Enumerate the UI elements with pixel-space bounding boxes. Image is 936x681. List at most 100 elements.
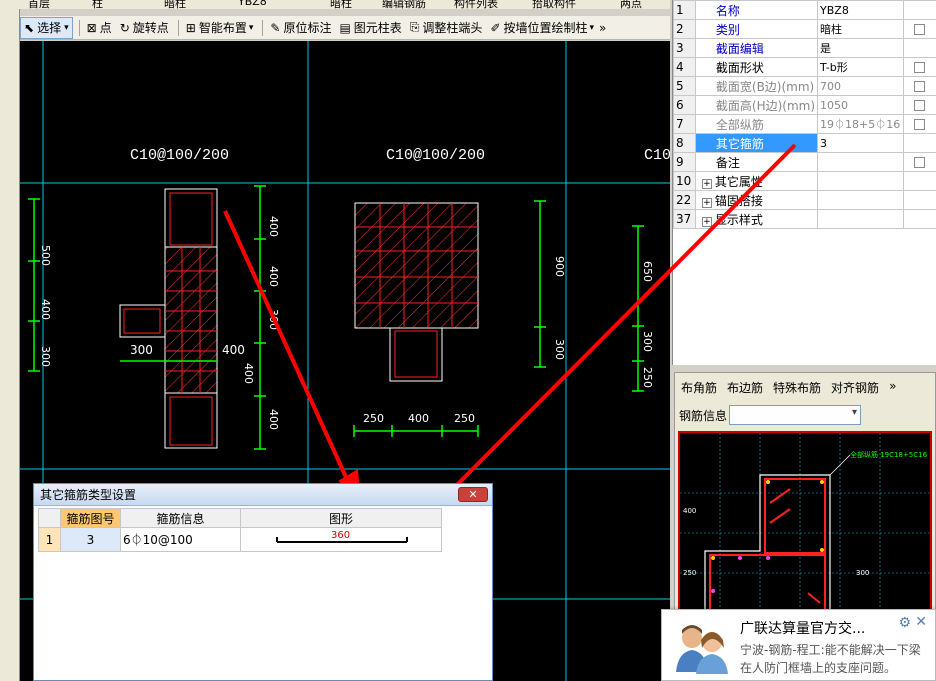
adjust-icon: ⎘ [409,20,420,34]
component-selector[interactable]: YBZ8 [238,0,267,8]
property-check-cell [902,171,936,191]
expand-icon[interactable]: + [701,216,712,227]
property-label: 截面宽(B边)(mm) [715,79,815,94]
property-check-cell [902,76,936,96]
dim-r5: 400 [267,409,280,430]
property-row[interactable]: 22 + 锚固搭接 [673,190,936,210]
stirrup-label-2: C10@100/200 [386,147,485,164]
tab-special-rebar[interactable]: 特殊布筋 [771,377,823,399]
draw-by-wall-button[interactable]: ✐ 按墙位置绘制柱 ▾ [487,17,597,39]
property-row[interactable]: 37 + 显示样式 [673,209,936,229]
property-name: 名称 [694,0,819,20]
property-row[interactable]: 9 备注 [673,152,936,172]
chevron-down-icon[interactable]: ▾ [590,23,595,33]
property-value[interactable]: 700 [817,76,904,96]
floor-selector[interactable]: 首层 [28,0,50,9]
pencil-icon: ✎ [270,20,281,35]
header-shape[interactable]: 图形 [240,508,442,528]
point-button[interactable]: ⊠ 点 [84,17,115,39]
tab-align-rebar[interactable]: 对齐钢筋 [829,377,881,399]
dim-250-a: 250 [363,412,384,425]
checkbox[interactable] [914,81,926,92]
toolbar-overflow-icon[interactable]: » [599,21,606,35]
smart-layout-button[interactable]: ⊞ 智能布置 ▾ [183,17,257,39]
property-label: 全部纵筋 [715,117,764,132]
select-button[interactable]: ⬉ 选择 ▾ [20,16,73,39]
column-section-2[interactable] [353,200,546,437]
property-index: 3 [673,38,696,58]
gear-icon[interactable]: ⚙ [898,615,911,631]
adjust-column-end-button[interactable]: ⎘ 调整柱端头 [407,17,486,39]
pick-component-button[interactable]: 拾取构件 [532,0,576,9]
checkbox[interactable] [914,119,926,130]
cursor-icon: ⬉ [24,20,35,35]
property-index: 37 [673,209,696,229]
property-value[interactable]: 暗柱 [817,19,904,39]
dim-300-c: 300 [641,331,654,352]
notification-toast[interactable]: 广联达算量官方交... ⚙ ✕ 宁波-钢筋-程工:能不能解决一下梁在人防门框墙上… [661,609,936,681]
property-name: 截面宽(B边)(mm) [694,76,819,96]
close-icon[interactable]: ✕ [915,614,927,630]
expand-icon[interactable]: + [701,197,712,208]
property-value[interactable]: 19⏀18+5⏀16 [817,114,904,134]
tab-edge-rebar[interactable]: 布边筋 [725,377,765,399]
header-info[interactable]: 箍筋信息 [120,508,241,528]
property-value[interactable]: T-b形 [817,57,904,77]
original-label-button[interactable]: ✎ 原位标注 [267,17,334,39]
property-row[interactable]: 7 全部纵筋 19⏀18+5⏀16 [673,114,936,134]
expand-icon[interactable]: + [701,178,712,189]
property-row[interactable]: 4 截面形状 T-b形 [673,57,936,77]
type-selector[interactable]: 柱 [92,0,103,9]
edit-rebar-button[interactable]: 编辑钢筋 [382,0,426,9]
property-row[interactable]: 5 截面宽(B边)(mm) 700 [673,76,936,96]
preview-note: 全部纵筋 19C18+5C16 [850,450,928,459]
column-button[interactable]: 暗柱 [330,0,352,9]
dialog-close-button[interactable]: ✕ [458,487,488,502]
property-check-cell [902,152,936,172]
property-row[interactable]: 3 截面编辑 是 [673,38,936,58]
rebar-info-label: 钢筋信息 [679,408,728,423]
property-value[interactable]: 3 [817,133,904,153]
table-row[interactable]: 1 3 6⏀10@100 360 [38,527,442,552]
two-point-button[interactable]: 两点 [620,0,642,9]
row-shape[interactable]: 360 [240,527,442,552]
dim-left-300: 300 [39,346,52,367]
property-value[interactable] [817,209,904,229]
property-index: 8 [673,133,696,153]
property-value[interactable]: 是 [817,38,904,58]
property-label: 其它属性 [714,174,763,189]
checkbox[interactable] [914,100,926,111]
chevron-down-icon[interactable]: ▾ [64,23,69,33]
property-row[interactable]: 2 类别 暗柱 [673,19,936,39]
chevron-down-icon[interactable]: ▾ [249,23,254,33]
property-index: 4 [673,57,696,77]
tabs-overflow-icon[interactable]: » [887,377,898,399]
property-index: 5 [673,76,696,96]
checkbox[interactable] [914,62,926,73]
row-info[interactable]: 6⏀10@100 [120,527,241,552]
header-code[interactable]: 箍筋图号 [60,508,121,528]
property-row[interactable]: 1 名称 YBZ8 [673,0,936,20]
property-row[interactable]: 6 截面高(H边)(mm) 1050 [673,95,936,115]
checkbox[interactable] [914,157,926,168]
dim-300-v: 300 [553,339,566,360]
row-code[interactable]: 3 [60,527,121,552]
column-table-button[interactable]: ▤ 图元柱表 [336,17,404,39]
property-value[interactable] [817,190,904,210]
rebar-info-select[interactable] [729,405,862,425]
dim-400-b: 400 [408,412,429,425]
property-value[interactable]: YBZ8 [817,0,904,20]
property-row[interactable]: 8 其它箍筋 3 [673,133,936,153]
checkbox[interactable] [914,24,926,35]
rotate-point-button[interactable]: ↻ 旋转点 [117,17,172,39]
header-index [38,508,61,528]
subtype-selector[interactable]: 暗柱 [164,0,186,9]
property-value[interactable] [817,152,904,172]
property-value[interactable]: 1050 [817,95,904,115]
tab-corner-rebar[interactable]: 布角筋 [679,377,719,399]
property-row[interactable]: 10 + 其它属性 [673,171,936,191]
property-label: 截面高(H边)(mm) [715,98,816,113]
property-index: 7 [673,114,696,134]
component-list-button[interactable]: 构件列表 [454,0,498,9]
property-value[interactable] [817,171,904,191]
